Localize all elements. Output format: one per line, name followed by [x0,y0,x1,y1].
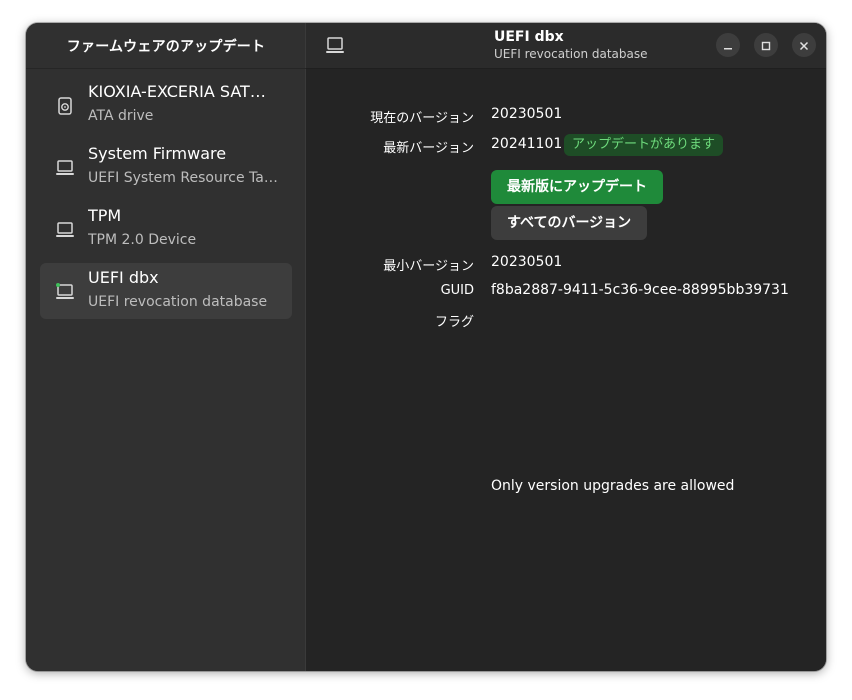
device-list: KIOXIA-EXCERIA SAT… ATA drive System Fir… [40,77,292,325]
guid-value: f8ba2887-9411-5c36-9cee-88995bb39731 [491,282,789,298]
computer-icon [324,36,346,56]
current-version-label: 現在のバージョン [370,111,474,126]
device-name: System Firmware [88,144,227,163]
minimize-button[interactable] [716,33,740,57]
latest-version-label: 最新バージョン [383,141,474,156]
close-button[interactable] [792,33,816,57]
device-description: TPM 2.0 Device [88,232,197,248]
device-description: UEFI revocation database [88,294,268,310]
device-description: ATA drive [88,108,154,124]
headerbar: UEFI dbx UEFI revocation database [306,23,826,69]
latest-version-value: 20241101 [491,136,563,152]
window-subtitle: UEFI revocation database [494,47,648,61]
device-name: TPM [88,206,122,225]
current-version-value: 20230501 [491,106,563,122]
update-available-badge: アップデートがあります [564,134,724,156]
device-description: UEFI System Resource Ta… [88,170,278,186]
computer-icon [54,281,76,303]
upgrade-policy-note: Only version upgrades are allowed [491,478,735,494]
computer-icon [54,157,76,179]
min-version-label: 最小バージョン [383,259,474,274]
device-item-uefi-dbx[interactable]: UEFI dbx UEFI revocation database [40,263,292,319]
sidebar-title: ファームウェアのアップデート [66,38,266,55]
window-title: UEFI dbx [494,29,564,45]
computer-icon [54,219,76,241]
device-item-tpm[interactable]: TPM TPM 2.0 Device [40,201,292,257]
device-name: UEFI dbx [88,268,159,287]
maximize-button[interactable] [754,33,778,57]
drive-icon [54,95,76,117]
minimize-icon [723,36,733,55]
firmware-window: ファームウェアのアップデート KIOXIA-EXCERIA SAT… ATA d… [26,23,826,671]
device-item-kioxia[interactable]: KIOXIA-EXCERIA SAT… ATA drive [40,77,292,133]
main-panel: UEFI dbx UEFI revocation database 現在のバージ… [306,23,826,671]
guid-label: GUID [440,283,474,298]
sidebar-header: ファームウェアのアップデート [26,23,306,69]
sidebar: ファームウェアのアップデート KIOXIA-EXCERIA SAT… ATA d… [26,23,306,671]
close-icon [799,36,809,55]
update-to-latest-button[interactable]: 最新版にアップデート [491,170,663,204]
device-name: KIOXIA-EXCERIA SAT… [88,82,266,101]
maximize-icon [761,36,771,55]
all-versions-button[interactable]: すべてのバージョン [491,206,648,240]
flags-label: フラグ [434,315,474,330]
device-item-system-firmware[interactable]: System Firmware UEFI System Resource Ta… [40,139,292,195]
min-version-value: 20230501 [491,254,563,270]
